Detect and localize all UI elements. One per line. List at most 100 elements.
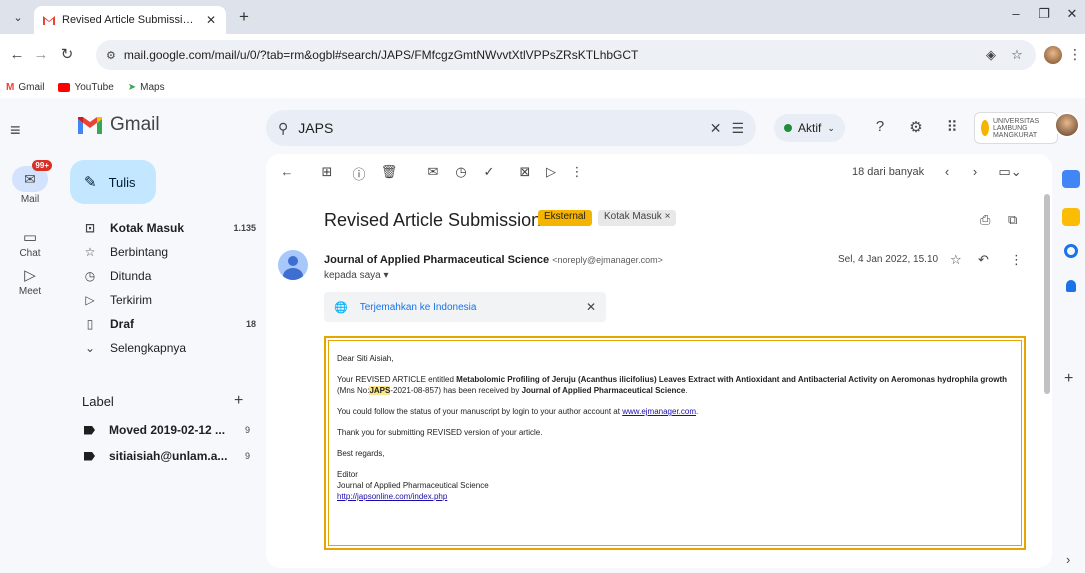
rail-meet[interactable]: ▷ Meet bbox=[0, 266, 60, 297]
email-content: Dear Siti Aisiah, Your REVISED ARTICLE e… bbox=[328, 340, 1022, 546]
input-tools-icon[interactable]: ▭⌄ bbox=[996, 164, 1024, 180]
expand-panel-icon[interactable]: › bbox=[1066, 552, 1070, 567]
newer-icon[interactable]: ‹ bbox=[938, 164, 956, 179]
recipient-dropdown[interactable]: kepada saya ▾ bbox=[324, 270, 389, 281]
gmail-logo[interactable]: Gmail bbox=[78, 114, 160, 136]
clock-icon: ◷ bbox=[84, 269, 96, 283]
bookmark-gmail[interactable]: M Gmail bbox=[6, 82, 44, 93]
add-task-icon[interactable]: ✓ bbox=[480, 164, 498, 180]
sender-name: Journal of Applied Pharmaceutical Scienc… bbox=[324, 254, 550, 266]
gmail-logo-text: Gmail bbox=[110, 114, 160, 135]
reload-button[interactable]: ↻ bbox=[58, 46, 76, 64]
tab-search-button[interactable]: ⌄ bbox=[8, 8, 28, 28]
organization-badge[interactable]: UNIVERSITAS LAMBUNG MANGKURAT bbox=[974, 112, 1058, 144]
reply-icon[interactable]: ↶ bbox=[978, 252, 989, 268]
folder-count: 18 bbox=[245, 319, 256, 329]
more-options-icon[interactable]: ⋮ bbox=[568, 164, 586, 180]
close-window-button[interactable]: ✕ bbox=[1060, 6, 1084, 22]
add-label-button[interactable]: + bbox=[234, 392, 243, 410]
bookmark-maps[interactable]: ➤ Maps bbox=[128, 82, 165, 93]
search-options-icon[interactable]: ☰ bbox=[731, 120, 744, 137]
site-info-icon[interactable]: ⚙ bbox=[106, 49, 116, 62]
minimize-button[interactable]: – bbox=[1004, 6, 1028, 21]
archive-icon[interactable]: ⊞ bbox=[318, 164, 336, 180]
clear-search-icon[interactable]: ✕ bbox=[710, 120, 722, 137]
rail-mail[interactable]: ✉ 99+ Mail bbox=[0, 160, 60, 205]
search-icon[interactable]: ⚲ bbox=[278, 120, 288, 137]
rail-chat[interactable]: ▭ Chat bbox=[0, 228, 60, 259]
folder-sent[interactable]: ▷ Terkirim bbox=[60, 288, 260, 312]
translate-link[interactable]: Terjemahkan ke Indonesia bbox=[360, 302, 574, 313]
contacts-icon[interactable] bbox=[1066, 280, 1076, 292]
older-icon[interactable]: › bbox=[966, 164, 984, 179]
apps-grid-icon[interactable]: ⠿ bbox=[942, 118, 962, 136]
inbox-label-chip[interactable]: Kotak Masuk × bbox=[598, 210, 677, 226]
tab-close-icon[interactable]: ✕ bbox=[204, 13, 218, 27]
sender-avatar[interactable] bbox=[278, 250, 308, 280]
keep-icon[interactable] bbox=[1062, 208, 1080, 226]
close-translate-icon[interactable]: ✕ bbox=[586, 300, 596, 314]
tab-title: Revised Article Submission - siti bbox=[62, 14, 198, 26]
folder-drafts[interactable]: ▯ Draf 18 bbox=[60, 312, 260, 336]
folder-starred[interactable]: ☆ Berbintang bbox=[60, 240, 260, 264]
body-paragraph: Best regards, bbox=[337, 449, 385, 458]
article-title: Metabolomic Profiling of Jeruju (Acanthu… bbox=[456, 375, 1008, 384]
browser-menu-icon[interactable]: ⋮ bbox=[1068, 46, 1082, 63]
restore-button[interactable]: ❐ bbox=[1032, 6, 1056, 22]
japsonline-link[interactable]: http://japsonline.com/index.php bbox=[337, 491, 1013, 502]
tasks-icon[interactable] bbox=[1064, 244, 1078, 258]
mark-unread-icon[interactable]: ✉ bbox=[424, 164, 442, 180]
message-toolbar: ← ⊞ ⓘ 🗑 ✉ ◷ ✓ ⊠ ▷ ⋮ 18 dari banyak ‹ › ▭… bbox=[266, 154, 1052, 190]
back-to-list-icon[interactable]: ← bbox=[278, 164, 296, 179]
main-menu-icon[interactable]: ≡ bbox=[10, 120, 21, 141]
browser-tab[interactable]: Revised Article Submission - siti ✕ bbox=[34, 6, 226, 34]
body-text: You could follow the status of your manu… bbox=[337, 407, 623, 416]
greeting: Dear Siti Aisiah, bbox=[337, 354, 394, 363]
account-avatar[interactable] bbox=[1054, 112, 1080, 138]
status-selector[interactable]: Aktif ⌄ bbox=[774, 114, 845, 142]
folder-snoozed[interactable]: ◷ Ditunda bbox=[60, 264, 260, 288]
folder-more[interactable]: ⌄ Selengkapnya bbox=[60, 336, 260, 360]
folder-label: Ditunda bbox=[110, 269, 152, 283]
chevron-down-icon: ⌄ bbox=[84, 341, 96, 355]
bookmark-label: Maps bbox=[140, 81, 165, 93]
ejmanager-link[interactable]: www.ejmanager.com bbox=[622, 407, 696, 416]
browser-profile-avatar[interactable] bbox=[1044, 46, 1062, 64]
open-new-window-icon[interactable]: ⧉ bbox=[1008, 212, 1017, 228]
label-item[interactable]: sitiaisiah@unlam.a... 9 bbox=[84, 446, 250, 466]
message-scrollbar[interactable] bbox=[1044, 194, 1050, 394]
forward-button[interactable]: → bbox=[32, 46, 50, 64]
compose-label: Tulis bbox=[108, 174, 136, 190]
label-name: sitiaisiah@unlam.a... bbox=[109, 449, 228, 463]
mail-search-bar[interactable]: ⚲ ✕ ☰ bbox=[266, 110, 756, 146]
new-tab-button[interactable]: + bbox=[234, 8, 254, 26]
add-addon-icon[interactable]: + bbox=[1064, 370, 1073, 388]
label-item[interactable]: Moved 2019-02-12 ... 9 bbox=[84, 420, 250, 440]
labels-header: Label bbox=[82, 394, 114, 409]
print-icon[interactable]: ⎙ bbox=[980, 212, 990, 228]
snooze-icon[interactable]: ◷ bbox=[452, 164, 470, 180]
more-options-icon[interactable]: ⋮ bbox=[1010, 252, 1023, 268]
back-button[interactable]: ← bbox=[8, 46, 26, 64]
address-bar[interactable]: ⚙ mail.google.com/mail/u/0/?tab=rm&ogbl#… bbox=[96, 40, 1036, 70]
report-spam-icon[interactable]: ⓘ bbox=[350, 164, 368, 183]
chevron-down-icon: ⌄ bbox=[827, 122, 835, 133]
move-to-icon[interactable]: ⊠ bbox=[516, 164, 534, 180]
bookmark-star-icon[interactable]: ☆ bbox=[1008, 47, 1026, 63]
bookmark-label: Gmail bbox=[18, 81, 45, 93]
search-input[interactable] bbox=[298, 120, 700, 136]
sender-line[interactable]: Journal of Applied Pharmaceutical Scienc… bbox=[324, 254, 663, 266]
folder-inbox[interactable]: ⊡ Kotak Masuk 1.135 bbox=[60, 216, 260, 240]
bookmark-youtube[interactable]: YouTube bbox=[58, 82, 114, 93]
settings-gear-icon[interactable]: ⚙ bbox=[906, 118, 926, 136]
mail-icon: ✉ bbox=[24, 170, 36, 187]
label-name: Moved 2019-02-12 ... bbox=[109, 423, 226, 437]
extension-icon[interactable]: ◈ bbox=[982, 47, 1000, 63]
help-icon[interactable]: ? bbox=[870, 118, 890, 135]
star-icon[interactable]: ☆ bbox=[950, 252, 962, 268]
gmail-logo-icon bbox=[78, 117, 102, 134]
compose-button[interactable]: ✎ Tulis bbox=[70, 160, 156, 204]
delete-icon[interactable]: 🗑 bbox=[380, 164, 398, 180]
label-icon[interactable]: ▷ bbox=[542, 164, 560, 180]
calendar-icon[interactable] bbox=[1062, 170, 1080, 188]
